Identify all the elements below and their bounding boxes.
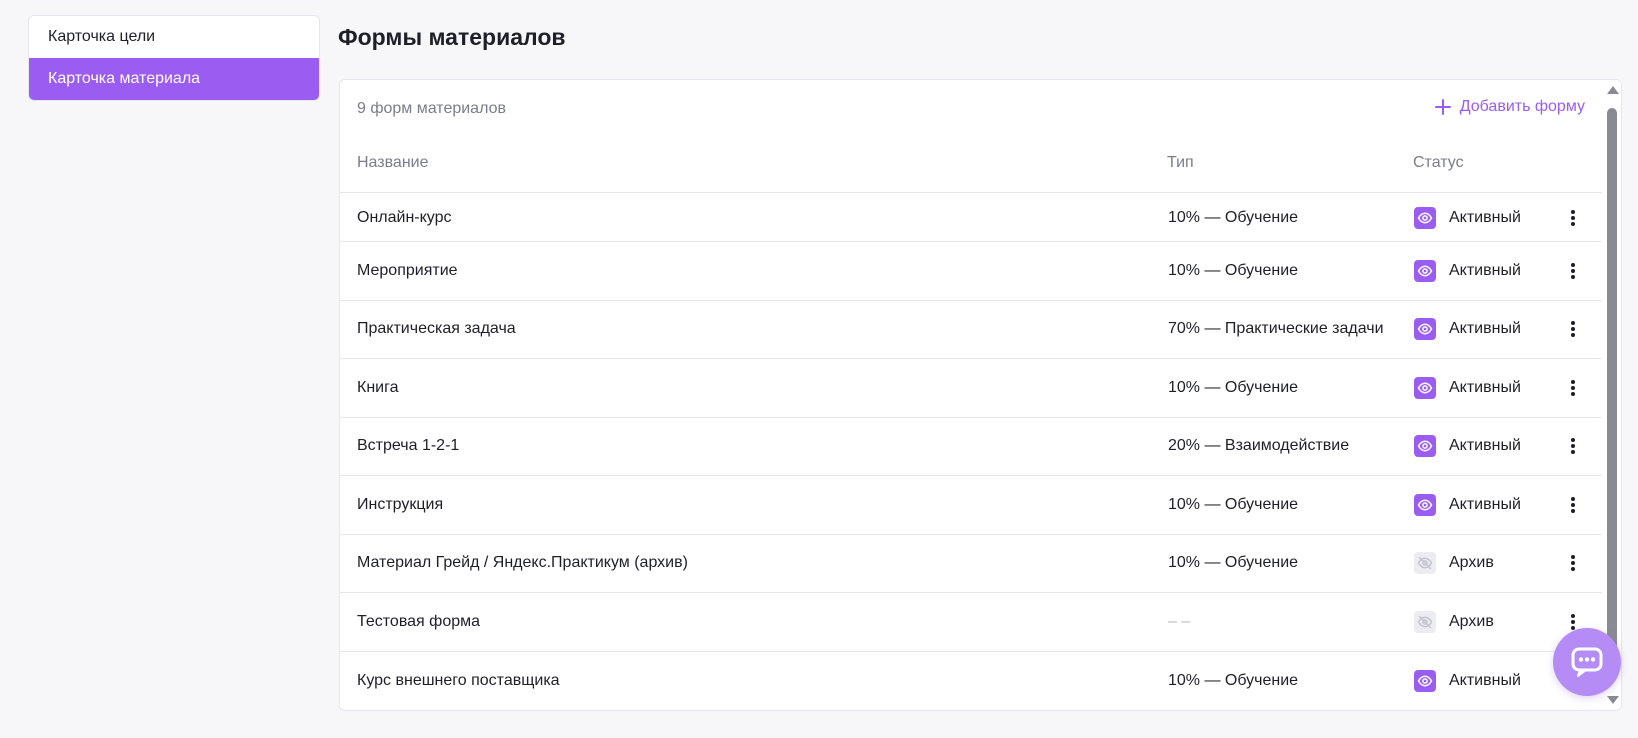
row-type: 10% — Обучение [1168,378,1299,396]
table-row[interactable]: Практическая задача 70% — Практические за… [340,301,1602,359]
kebab-menu-icon[interactable] [1565,495,1581,515]
row-status-label: Активный [1449,495,1521,513]
row-name: Тестовая форма [357,612,481,630]
plus-icon [1434,99,1451,115]
table-row[interactable]: Онлайн-курс 10% — Обучение Активный [340,194,1602,242]
material-forms-panel: 9 форм материалов Добавить форму Названи… [339,79,1622,711]
add-form-label: Добавить форму [1459,98,1585,115]
chat-button[interactable] [1553,628,1621,696]
column-header-type[interactable]: Тип [1167,146,1194,180]
row-name: Материал Грейд / Яндекс.Практикум (архив… [357,554,688,572]
row-type: – – [1168,612,1191,630]
row-type: 70% — Практические задачи [1168,320,1384,338]
sidebar-item-material-card[interactable]: Карточка материала [29,58,319,100]
row-status-label: Активный [1449,261,1521,279]
scroll-up-arrow-icon[interactable] [1607,86,1619,94]
sidebar: Карточка цели Карточка материала [28,15,320,101]
column-header-status[interactable]: Статус [1413,146,1464,180]
table-row[interactable]: Тестовая форма – – Архив [340,593,1602,652]
column-header-name[interactable]: Название [357,146,429,180]
row-status-label: Архив [1449,612,1494,630]
add-form-button[interactable]: Добавить форму [1434,98,1585,116]
kebab-menu-icon[interactable] [1565,436,1581,456]
row-name: Встреча 1-2-1 [357,437,460,455]
row-status-label: Активный [1449,320,1521,338]
row-name: Практическая задача [357,320,516,338]
eye-icon[interactable] [1414,493,1436,516]
row-status: Активный [1414,318,1521,341]
row-type: 20% — Взаимодействие [1168,437,1350,455]
eye-icon[interactable] [1414,669,1436,692]
table-row[interactable]: Встреча 1-2-1 20% — Взаимодействие Активны… [340,418,1602,476]
row-name: Книга [357,378,399,396]
eye-icon[interactable] [1414,435,1436,458]
row-status-label: Активный [1449,378,1521,396]
row-status-label: Активный [1449,208,1521,226]
table-header: Название Тип Статус [340,146,1602,193]
row-status: Активный [1414,376,1521,399]
table-row[interactable]: Мероприятие 10% — Обучение Активный [340,242,1602,301]
page-title: Формы материалов [338,24,566,50]
table-body: Онлайн-курс 10% — Обучение Активный Меропри… [340,194,1602,710]
kebab-menu-icon[interactable] [1565,261,1581,281]
row-status-label: Активный [1449,671,1521,689]
kebab-menu-icon[interactable] [1565,553,1581,573]
eye-off-icon[interactable] [1414,610,1436,633]
sidebar-item-goal-card[interactable]: Карточка цели [29,16,319,58]
row-type: 10% — Обучение [1168,671,1299,689]
row-name: Онлайн-курс [357,208,452,226]
row-name: Мероприятие [357,261,458,279]
row-type: 10% — Обучение [1168,554,1299,572]
row-type: 10% — Обучение [1168,261,1299,279]
eye-icon[interactable] [1414,206,1436,229]
row-status: Активный [1414,493,1521,516]
row-status-label: Архив [1449,554,1494,572]
kebab-menu-icon[interactable] [1565,208,1581,228]
row-status: Активный [1414,206,1521,229]
eye-icon[interactable] [1414,318,1436,341]
table-row[interactable]: Курс внешнего поставщика 10% — Обучение Ак… [340,652,1602,711]
row-status: Активный [1414,259,1521,282]
row-status: Архив [1414,552,1494,575]
table-row[interactable]: Книга 10% — Обучение Активный [340,359,1602,418]
row-status-label: Активный [1449,437,1521,455]
eye-off-icon[interactable] [1414,552,1436,575]
table-row[interactable]: Материал Грейд / Яндекс.Практикум (архив… [340,535,1602,593]
scroll-down-arrow-icon[interactable] [1607,696,1619,704]
row-status: Архив [1414,610,1494,633]
row-type: 10% — Обучение [1168,208,1299,226]
eye-icon[interactable] [1414,259,1436,282]
kebab-menu-icon[interactable] [1565,319,1581,339]
row-type: 10% — Обучение [1168,495,1299,513]
row-name: Курс внешнего поставщика [357,671,560,689]
row-status: Активный [1414,435,1521,458]
row-status: Активный [1414,669,1521,692]
kebab-menu-icon[interactable] [1565,378,1581,398]
vertical-scrollbar[interactable] [1603,80,1621,710]
table-row[interactable]: Инструкция 10% — Обучение Активный [340,476,1602,535]
chat-bubble-icon [1571,647,1603,677]
row-name: Инструкция [357,495,444,513]
forms-count: 9 форм материалов [357,100,506,117]
eye-icon[interactable] [1414,376,1436,399]
scroll-thumb[interactable] [1607,108,1617,678]
